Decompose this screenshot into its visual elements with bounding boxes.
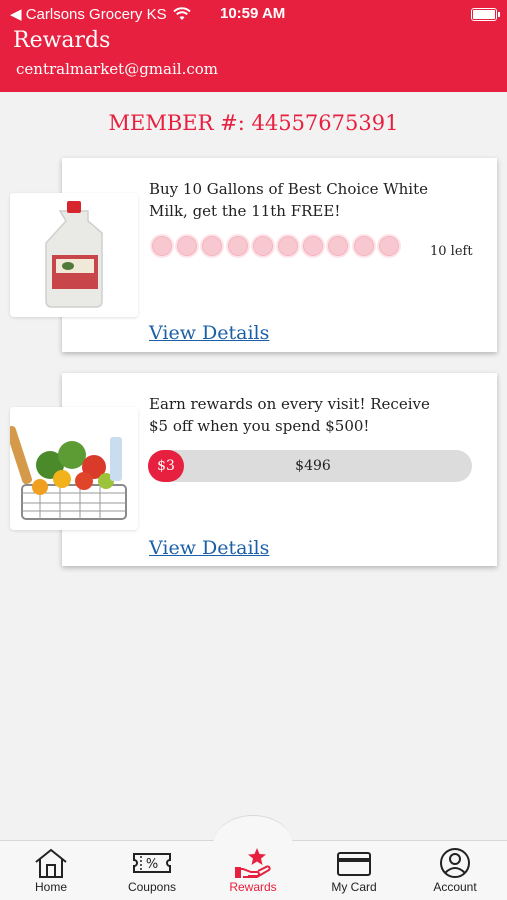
account-email: centralmarket@gmail.com (16, 60, 218, 78)
wifi-icon (173, 7, 191, 25)
stamp-1 (150, 234, 174, 258)
svg-text:%: % (146, 857, 158, 872)
stamp-7 (301, 234, 326, 258)
tab-label: Coupons (127, 880, 177, 894)
tab-account[interactable]: Account (405, 843, 505, 900)
rewards-hand-star-icon (235, 848, 271, 878)
spend-progress-fill: $3 (148, 450, 184, 482)
tab-home[interactable]: Home (1, 843, 101, 900)
tab-rewards[interactable]: Rewards (203, 843, 303, 900)
reward-description: Buy 10 Gallons of Best Choice White Milk… (149, 180, 428, 220)
view-details-link[interactable]: View Details (149, 537, 269, 559)
spend-progress-bar: $3 $496 (148, 450, 472, 482)
stamp-3 (200, 234, 225, 258)
app-header: ◀ Carlsons Grocery KS 10:59 AM Rewards c… (0, 0, 507, 92)
coupon-icon: % (133, 853, 171, 873)
reward-description: Earn rewards on every visit! Receive $5 … (149, 395, 430, 435)
stamps-remaining: 10 left (430, 244, 473, 259)
card-icon (337, 852, 371, 876)
member-value: 44557675391 (251, 111, 399, 135)
member-label: MEMBER #: (108, 111, 245, 135)
punch-card-stamps (150, 234, 402, 260)
tab-label: Rewards (229, 880, 277, 894)
tab-label: Account (433, 880, 477, 894)
page-title: Rewards (13, 28, 111, 53)
member-number: MEMBER #: 44557675391 (0, 111, 507, 135)
status-time: 10:59 AM (220, 5, 286, 22)
carrier-back-link[interactable]: ◀ Carlsons Grocery KS (10, 5, 167, 23)
stamp-6 (275, 234, 300, 258)
stamp-9 (351, 234, 376, 258)
stamp-8 (326, 234, 351, 258)
stamp-10 (376, 234, 401, 258)
tab-coupons[interactable]: % Coupons (102, 843, 202, 900)
tab-my-card[interactable]: My Card (304, 843, 404, 900)
spend-remaining: $496 (295, 458, 331, 474)
stamp-5 (250, 234, 275, 258)
status-bar: ◀ Carlsons Grocery KS 10:59 AM (0, 5, 507, 25)
view-details-link[interactable]: View Details (149, 322, 269, 344)
milk-gallon-image (10, 193, 138, 317)
battery-icon (471, 8, 500, 21)
tab-label: Home (34, 880, 67, 894)
grocery-basket-image (10, 407, 138, 530)
stamp-4 (225, 234, 250, 258)
account-icon (440, 848, 470, 878)
tab-label: My Card (331, 880, 377, 894)
home-icon (35, 848, 67, 878)
stamp-2 (175, 234, 200, 258)
